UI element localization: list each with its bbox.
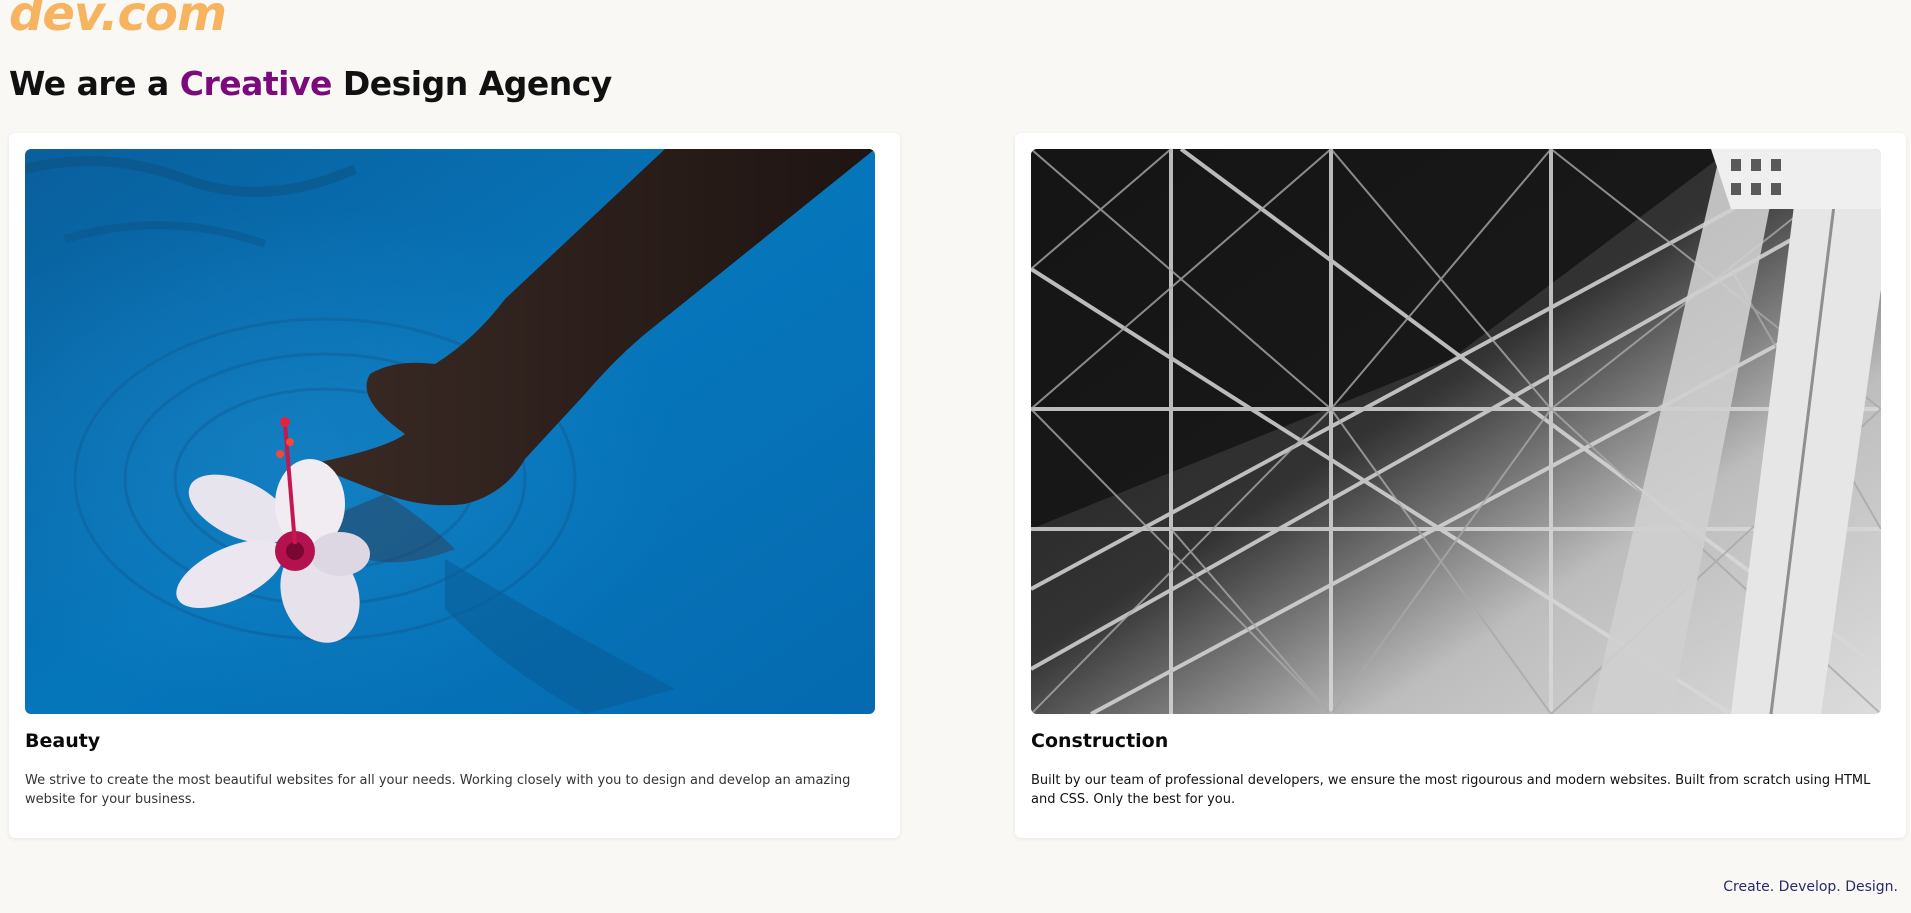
card-construction: Construction Built by our team of profes… (1015, 133, 1906, 838)
headline-prefix: We are a (9, 64, 180, 103)
card-title: Beauty (25, 730, 101, 752)
page-headline: We are a Creative Design Agency (9, 64, 612, 104)
headline-accent-word: Creative (179, 64, 333, 103)
card-beauty: Beauty We strive to create the most beau… (9, 133, 900, 838)
hibiscus-water-photo (25, 149, 875, 714)
footer-tagline: Create. Develop. Design. (1723, 879, 1898, 895)
card-beauty-image (25, 149, 875, 714)
card-construction-image (1031, 149, 1881, 714)
steel-structure-photo (1031, 149, 1881, 714)
site-logo[interactable]: dev.com (9, 0, 227, 38)
card-title: Construction (1031, 730, 1169, 752)
card-description: Built by our team of professional develo… (1031, 773, 1871, 807)
headline-suffix: Design Agency (331, 64, 612, 103)
card-description: We strive to create the most beautiful w… (25, 773, 851, 807)
